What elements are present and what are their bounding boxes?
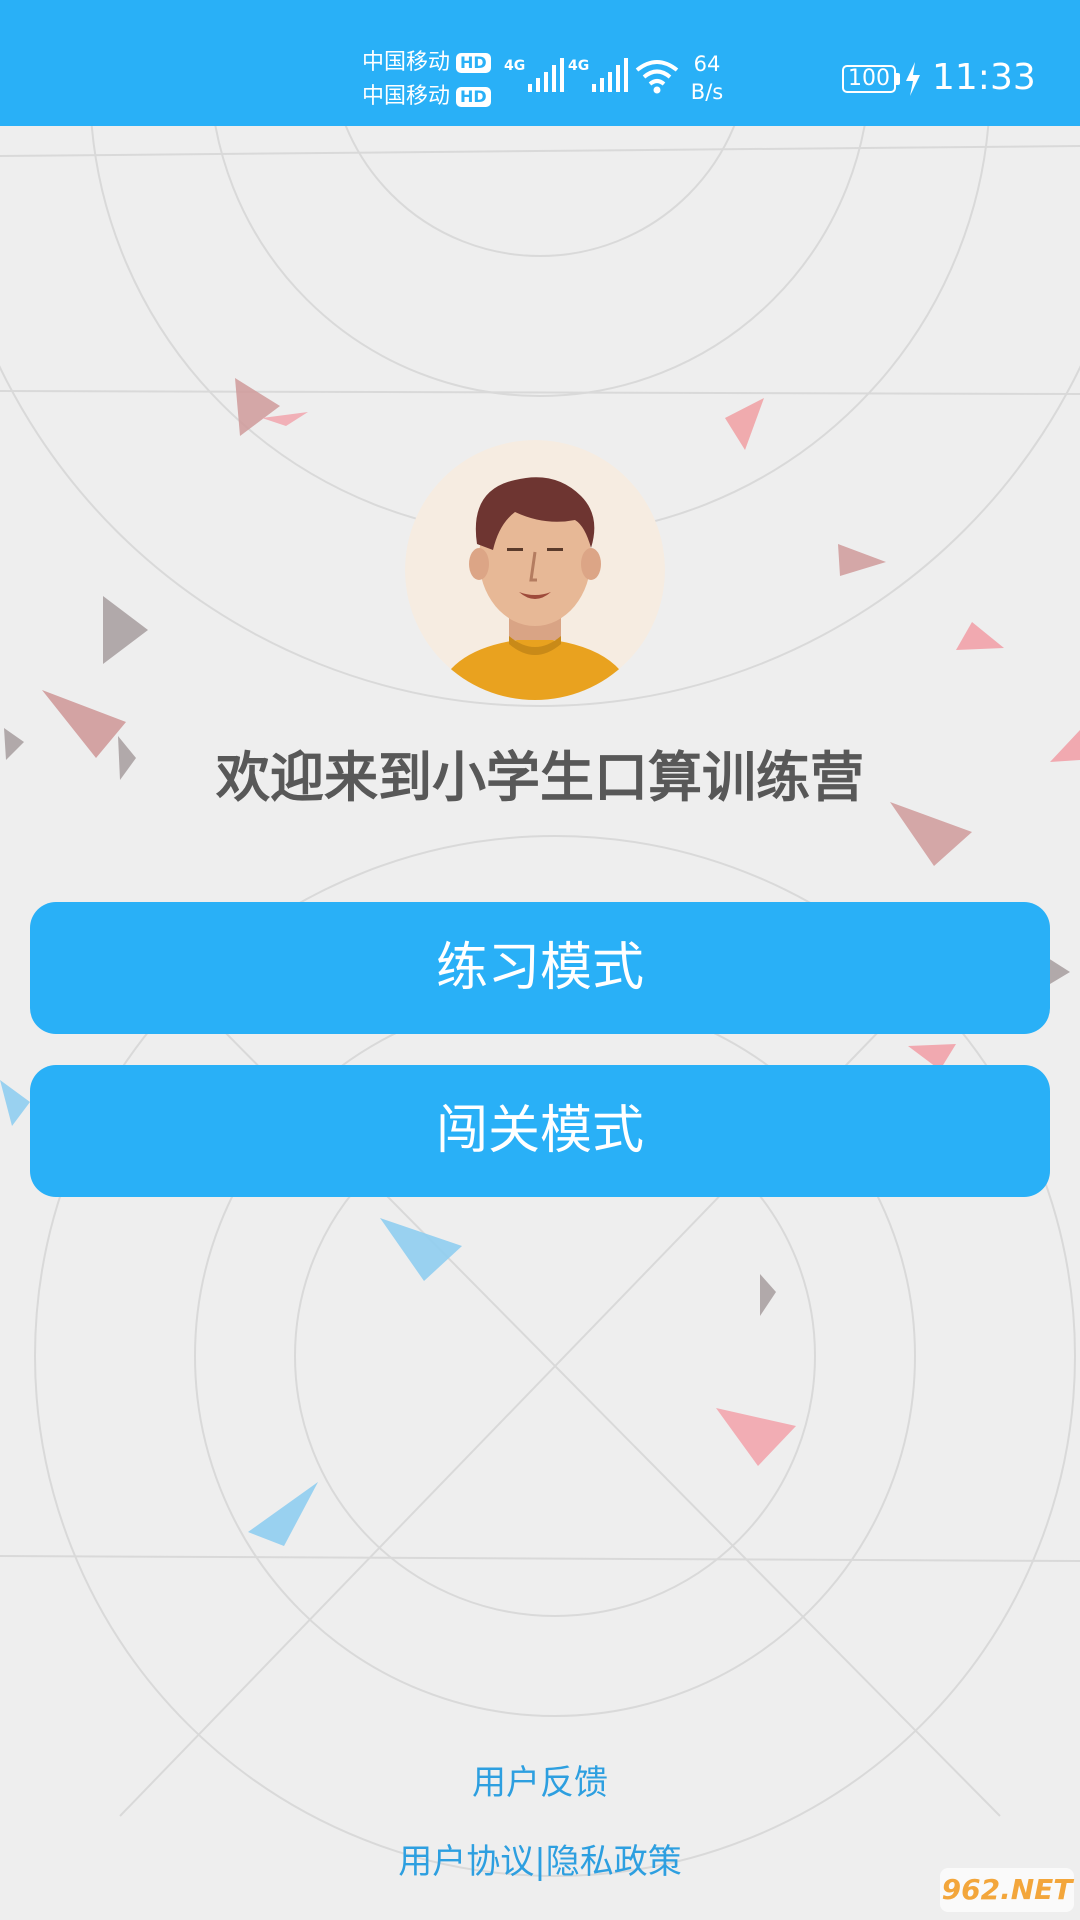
net-speed-value: 64 [693, 52, 721, 76]
network-type-label: 4G [504, 58, 526, 74]
carrier-info: 中国移动 HD 中国移动 HD [362, 46, 491, 114]
battery-tip [896, 73, 900, 85]
battery-level: 100 [848, 66, 890, 91]
user-avatar-icon [405, 440, 665, 700]
watermark-logo: 962.NET [940, 1868, 1074, 1912]
policy-links: 用户协议|隐私政策 [0, 1840, 1080, 1884]
privacy-policy-link[interactable]: 隐私政策 [546, 1842, 682, 1882]
hd-icon: HD [456, 87, 491, 107]
clock: 11:33 [932, 57, 1036, 98]
carrier-name-2: 中国移动 [362, 84, 451, 109]
carrier-name-1: 中国移动 [362, 50, 451, 75]
battery-icon: 100 [842, 65, 896, 93]
link-separator: | [534, 1842, 546, 1882]
network-type-label: 4G [568, 58, 590, 74]
challenge-mode-button[interactable]: 闯关模式 [30, 1065, 1050, 1197]
net-speed-unit: B/s [690, 80, 724, 104]
wifi-icon [635, 60, 679, 94]
status-bar: 中国移动 HD 中国移动 HD 4G 4G 64 B/s 100 11:33 [0, 0, 1080, 126]
welcome-title: 欢迎来到小学生口算训练营 [216, 746, 864, 809]
practice-mode-button[interactable]: 练习模式 [30, 902, 1050, 1034]
feedback-link[interactable]: 用户反馈 [0, 1761, 1080, 1805]
user-agreement-link[interactable]: 用户协议 [398, 1842, 534, 1882]
net-speed: 64 B/s [682, 50, 732, 106]
charging-bolt-icon [906, 62, 920, 96]
hd-icon: HD [456, 53, 491, 73]
